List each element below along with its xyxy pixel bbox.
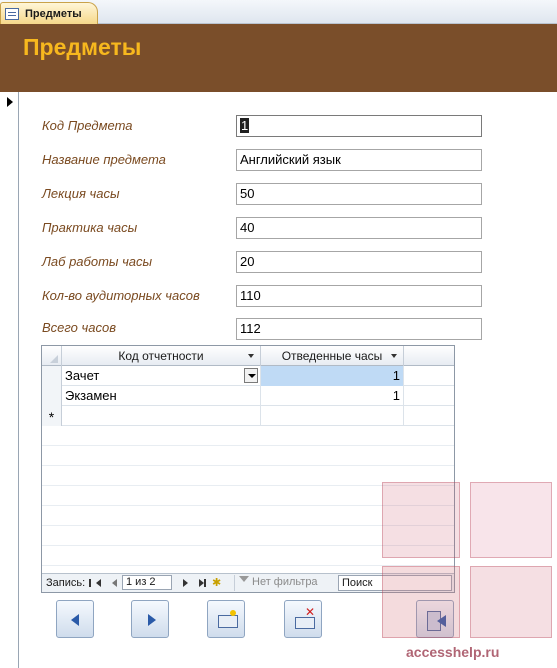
label-vsego-chasov: Всего часов [42,320,116,335]
last-record-icon[interactable] [199,579,206,587]
column-header-kod-otchetnosti[interactable]: Код отчетности [62,346,261,366]
vsego-chasov-field[interactable]: 112 [236,318,482,340]
table-row[interactable]: Экзамен 1 [42,386,454,406]
record-selector-icon [7,97,13,107]
dropdown-arrow-icon[interactable] [391,354,397,358]
kod-predmeta-field[interactable]: 1 [236,115,482,137]
add-record-button[interactable] [207,600,245,638]
close-form-button[interactable] [416,600,454,638]
delete-record-button[interactable] [284,600,322,638]
dropdown-arrow-icon[interactable] [248,354,254,358]
kod-otchetnosti-cell[interactable]: Экзамен [62,386,261,406]
row-selector[interactable] [42,386,62,406]
otvedennye-chasy-cell[interactable]: 1 [261,366,404,386]
watermark-text: accesshelp.ru [406,644,500,660]
table-row[interactable]: Зачет 1 [42,366,454,386]
watermark-access-tile [470,482,552,558]
record-selector[interactable] [0,92,19,668]
label-kod-predmeta: Код Предмета [42,118,133,133]
tab-predmety[interactable]: Предметы [0,2,98,24]
otchetnost-subform: Код отчетности Отведенные часы Зачет 1 Э… [41,345,455,593]
form-header: Предметы [0,24,557,92]
kod-otchetnosti-cell[interactable] [62,406,261,426]
new-record-icon[interactable]: ✱ [212,576,221,589]
watermark-db-tile [470,566,552,638]
tab-label: Предметы [25,7,82,20]
document-tab-strip: Предметы [0,0,557,24]
record-position-input[interactable]: 1 из 2 [122,575,172,590]
otvedennye-chasy-cell[interactable]: 1 [261,386,404,406]
next-record-button[interactable] [131,600,169,638]
otvedennye-chasy-cell[interactable] [261,406,404,426]
column-header-otvedennye-chasy[interactable]: Отведенные часы [261,346,404,366]
search-input[interactable]: Поиск [338,575,452,591]
form-icon [5,7,19,20]
datasheet-empty-area [42,426,454,574]
datasheet-header: Код отчетности Отведенные часы [42,346,454,366]
row-selector[interactable] [42,366,62,386]
lab-raboty-chasy-field[interactable]: 20 [236,251,482,273]
first-record-icon[interactable] [89,579,101,587]
new-record-marker: * [42,406,62,426]
praktika-chasy-field[interactable]: 40 [236,217,482,239]
new-record-row[interactable]: * [42,406,454,426]
record-navigation-bar: Запись: 1 из 2 ✱ Нет фильтра Поиск [42,573,454,592]
label-kol-vo-auditornyh-chasov: Кол-во аудиторных часов [42,288,200,303]
label-praktika-chasy: Практика часы [42,220,138,235]
prev-record-icon[interactable] [112,579,117,587]
kod-otchetnosti-combo[interactable]: Зачет [62,366,261,386]
lekciya-chasy-field[interactable]: 50 [236,183,482,205]
dropdown-arrow-icon[interactable] [244,368,258,383]
prev-record-button[interactable] [56,600,94,638]
record-label: Запись: [46,577,86,589]
next-record-icon[interactable] [183,579,188,587]
filter-icon [239,576,249,586]
label-lekciya-chasy: Лекция часы [42,186,120,201]
label-nazvanie-predmeta: Название предмета [42,152,166,167]
label-lab-raboty-chasy: Лаб работы часы [42,254,153,269]
filter-indicator[interactable]: Нет фильтра [234,575,332,591]
nazvanie-predmeta-field[interactable]: Английский язык [236,149,482,171]
kol-vo-auditornyh-chasov-field[interactable]: 110 [236,285,482,307]
page-title: Предметы [23,34,142,60]
select-all-corner[interactable] [42,346,62,366]
